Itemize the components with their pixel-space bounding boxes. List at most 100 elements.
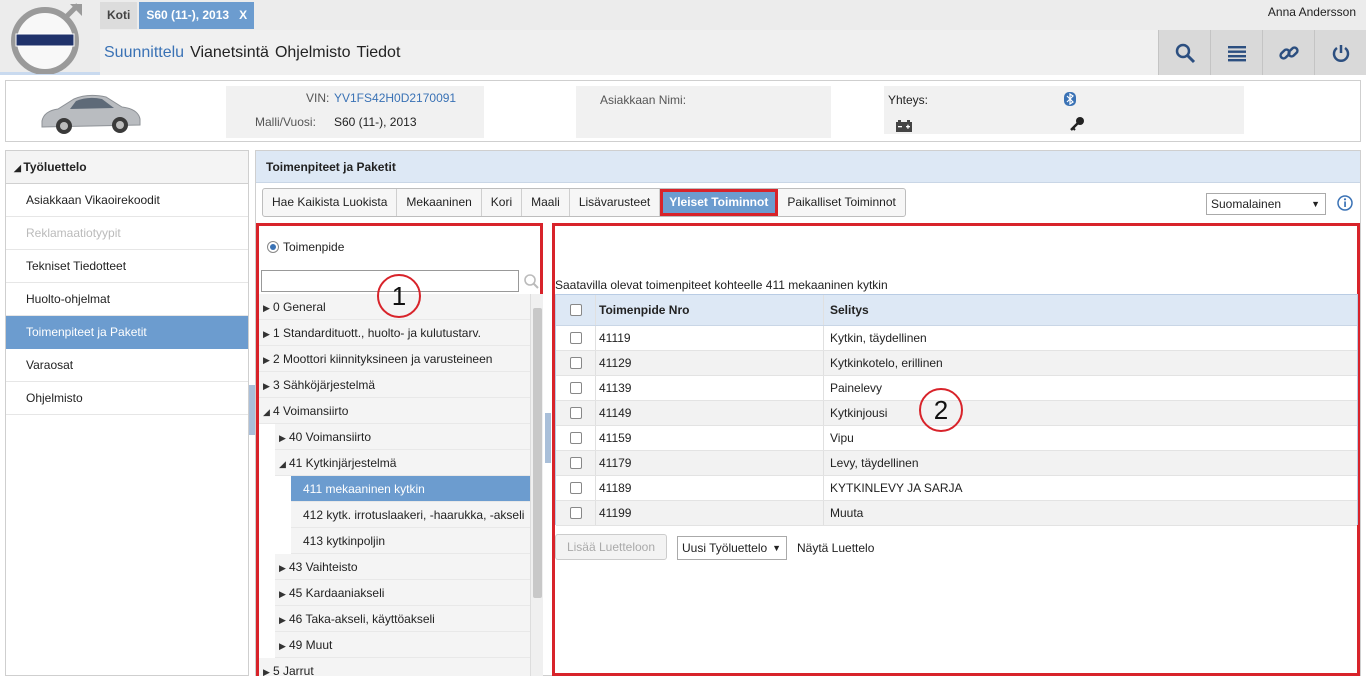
col-selitys[interactable]: Selitys: [824, 295, 1357, 325]
add-to-list-button[interactable]: Lisää Luetteloon: [555, 534, 667, 560]
table-row[interactable]: 41159 Vipu: [556, 426, 1357, 451]
expand-triangle-icon[interactable]: ▶: [279, 581, 289, 605]
row-checkbox[interactable]: [569, 332, 582, 344]
tree-node[interactable]: ◢ 41 Kytkinjärjestelmä: [275, 450, 530, 476]
search-icon[interactable]: [521, 270, 541, 292]
close-tab-icon[interactable]: X: [239, 2, 247, 29]
show-list-link[interactable]: Näytä Luettelo: [797, 541, 874, 555]
row-checkbox[interactable]: [569, 382, 582, 394]
sidebar-item-toimenpiteet[interactable]: Toimenpiteet ja Paketit: [6, 316, 248, 349]
dropdown-arrow-icon: ▼: [1311, 199, 1320, 209]
row-select-cell: [556, 326, 596, 350]
sidebar-item-huolto-ohjelmat[interactable]: Huolto-ohjelmat: [6, 283, 248, 316]
nav-ohjelmisto[interactable]: Ohjelmisto: [275, 44, 351, 62]
annotation-2: 2: [919, 388, 963, 432]
row-checkbox[interactable]: [569, 457, 582, 469]
tree-node[interactable]: 412 kytk. irrotuslaakeri, -haarukka, -ak…: [291, 502, 530, 528]
volvo-logo: [10, 2, 84, 75]
table-row[interactable]: 41179 Levy, täydellinen: [556, 451, 1357, 476]
table-row[interactable]: 41189 KYTKINLEVY JA SARJA: [556, 476, 1357, 501]
expand-triangle-icon[interactable]: ▶: [279, 607, 289, 631]
sidebar-item-ohjelmisto[interactable]: Ohjelmisto: [6, 382, 248, 415]
vin-value[interactable]: YV1FS42H0D2170091: [334, 91, 456, 105]
row-select-cell: [556, 401, 596, 425]
table-row[interactable]: 41129 Kytkinkotelo, erillinen: [556, 351, 1357, 376]
tab-all-categories[interactable]: Hae Kaikista Luokista: [263, 189, 398, 216]
annotation-1: 1: [377, 274, 421, 318]
tree-node-label: 46 Taka-akseli, käyttöakseli: [289, 612, 435, 626]
tree-node[interactable]: ◢ 4 Voimansiirto: [259, 398, 530, 424]
tree-collapse-handle[interactable]: [545, 413, 551, 463]
tree-node[interactable]: ▶ 49 Muut: [275, 632, 530, 658]
tab-vehicle[interactable]: S60 (11-), 2013 X: [139, 2, 255, 29]
connect-button[interactable]: [1262, 30, 1314, 75]
row-checkbox[interactable]: [569, 357, 582, 369]
expand-triangle-icon[interactable]: ▶: [263, 373, 273, 397]
language-select[interactable]: Suomalainen ▼: [1206, 193, 1326, 215]
expand-triangle-icon[interactable]: ▶: [279, 555, 289, 579]
tree-node[interactable]: ▶ 3 Sähköjärjestelmä: [259, 372, 530, 398]
tree-node[interactable]: ▶ 46 Taka-akseli, käyttöakseli: [275, 606, 530, 632]
worklist-select[interactable]: Uusi Työluettelo ▼: [677, 536, 787, 560]
row-select-cell: [556, 451, 596, 475]
cell-selitys: Kytkinkotelo, erillinen: [830, 356, 943, 370]
tab-kori[interactable]: Kori: [482, 189, 523, 216]
tree-node[interactable]: ▶ 1 Standardituott., huolto- ja kulutusta…: [259, 320, 530, 346]
tree-node[interactable]: ▶ 40 Voimansiirto: [275, 424, 530, 450]
info-icon[interactable]: [1337, 195, 1353, 211]
radio-dot: [267, 241, 279, 253]
expand-triangle-icon[interactable]: ▶: [279, 633, 289, 657]
cell-nro: 41149: [596, 401, 824, 425]
tab-lisavarusteet[interactable]: Lisävarusteet: [570, 189, 661, 216]
user-name: Anna Andersson: [1267, 5, 1356, 19]
row-checkbox[interactable]: [569, 407, 582, 419]
nav-suunnittelu[interactable]: Suunnittelu: [104, 44, 184, 62]
tab-yleiset-toiminnot[interactable]: Yleiset Toiminnot: [660, 189, 779, 216]
connection-label: Yhteys:: [888, 93, 929, 107]
table-row[interactable]: 41199 Muuta: [556, 501, 1357, 526]
tree-scroll-thumb[interactable]: [533, 308, 542, 598]
nav-vianetsinta[interactable]: Vianetsintä: [190, 44, 269, 62]
sidebar-item-tekniset-tiedotteet[interactable]: Tekniset Tiedotteet: [6, 250, 248, 283]
row-checkbox[interactable]: [569, 432, 582, 444]
tree-node[interactable]: 411 mekaaninen kytkin: [291, 476, 530, 502]
tree-node[interactable]: ▶ 45 Kardaaniakseli: [275, 580, 530, 606]
tab-mekaaninen[interactable]: Mekaaninen: [397, 189, 482, 216]
table-row[interactable]: 41119 Kytkin, täydellinen: [556, 326, 1357, 351]
tree-scrollbar[interactable]: [530, 294, 543, 676]
select-all-checkbox[interactable]: [569, 304, 582, 316]
sidebar-item-vikaoirekoodit[interactable]: Asiakkaan Vikaoirekoodit: [6, 184, 248, 217]
tree-node[interactable]: ▶ 2 Moottori kiinnityksineen ja varustein…: [259, 346, 530, 372]
tree-node[interactable]: ▶ 43 Vaihteisto: [275, 554, 530, 580]
expand-triangle-icon[interactable]: ▶: [263, 295, 273, 319]
expand-triangle-icon[interactable]: ▶: [279, 425, 289, 449]
row-checkbox[interactable]: [569, 507, 582, 519]
power-button[interactable]: [1314, 30, 1366, 75]
search-button[interactable]: [1158, 30, 1210, 75]
tab-home[interactable]: Koti: [100, 2, 138, 29]
panel-title: Toimenpiteet ja Paketit: [256, 151, 1360, 183]
category-tabs: Hae Kaikista Luokista Mekaaninen Kori Ma…: [262, 188, 906, 217]
expand-triangle-icon[interactable]: ▶: [263, 321, 273, 345]
row-checkbox[interactable]: [569, 482, 582, 494]
tree-node-label: 1 Standardituott., huolto- ja kulutustar…: [273, 326, 481, 340]
bluetooth-icon: [1064, 92, 1076, 106]
col-toimenpide-nro[interactable]: Toimenpide Nro: [596, 295, 824, 325]
tab-paikalliset-toiminnot[interactable]: Paikalliset Toiminnot: [778, 189, 905, 216]
nav-tiedot[interactable]: Tiedot: [357, 44, 401, 62]
collapse-triangle-icon[interactable]: ◢: [279, 451, 289, 475]
tree-node[interactable]: 413 kytkinpoljin: [291, 528, 530, 554]
collapse-triangle-icon[interactable]: ◢: [263, 399, 273, 423]
radio-toimenpide[interactable]: Toimenpide: [267, 240, 344, 254]
menu-button[interactable]: [1210, 30, 1262, 75]
tab-maali[interactable]: Maali: [522, 189, 570, 216]
sidebar-header[interactable]: ◢ Työluettelo: [6, 151, 248, 184]
tree-node-label: 41 Kytkinjärjestelmä: [289, 456, 397, 470]
expand-triangle-icon[interactable]: ▶: [263, 659, 273, 676]
sidebar-item-varaosat[interactable]: Varaosat: [6, 349, 248, 382]
tree-node-label: 40 Voimansiirto: [289, 430, 372, 444]
sidebar-item-reklamaatiotyypit: Reklamaatiotyypit: [6, 217, 248, 250]
expand-triangle-icon[interactable]: ▶: [263, 347, 273, 371]
tree-node[interactable]: ▶ 5 Jarrut: [259, 658, 530, 676]
tree-node-label: 2 Moottori kiinnityksineen ja varusteine…: [273, 352, 493, 366]
